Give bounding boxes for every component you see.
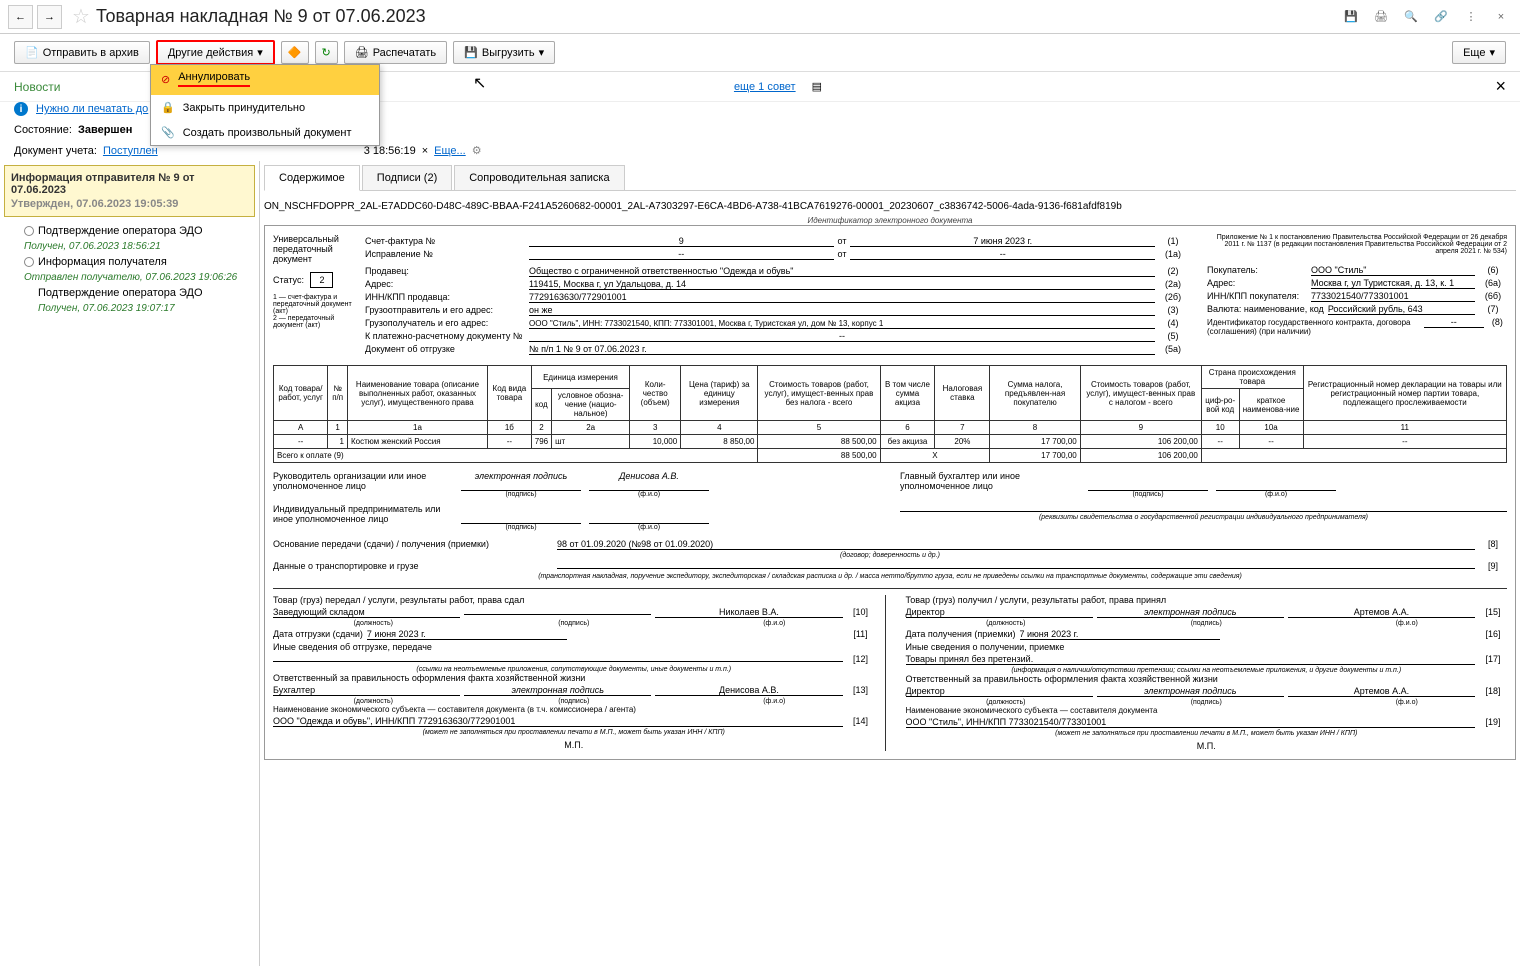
items-table: Код товара/ работ, услуг № п/п Наименова…: [273, 365, 1507, 463]
star-icon[interactable]: ☆: [72, 4, 90, 29]
save-icon[interactable]: 💾: [1340, 6, 1362, 28]
left-panel: Информация отправителя № 9 от 07.06.2023…: [0, 161, 260, 966]
more-button[interactable]: Еще ▾: [1452, 41, 1506, 64]
menu-annul[interactable]: ⊘ Аннулировать ↖: [151, 65, 379, 95]
tree-button[interactable]: 🔶: [281, 41, 309, 64]
print-icon[interactable]: 🖨: [1370, 6, 1392, 28]
list-icon[interactable]: ▤: [812, 80, 822, 93]
close-icon[interactable]: ×: [1490, 6, 1512, 28]
print-button[interactable]: 🖨 Распечатать: [344, 41, 447, 64]
doc-more-link[interactable]: Еще...: [434, 145, 466, 157]
content-panel: Содержимое Подписи (2) Сопроводительная …: [260, 161, 1520, 966]
back-button[interactable]: ←: [8, 5, 33, 29]
menu-create-doc[interactable]: 📎 Создать произвольный документ: [151, 120, 379, 145]
send-archive-button[interactable]: 📄 Отправить в архив: [14, 41, 150, 64]
tab-content[interactable]: Содержимое: [264, 165, 360, 191]
search-icon[interactable]: 🔍: [1400, 6, 1422, 28]
tree-item-2[interactable]: Информация получателя: [4, 252, 255, 272]
forward-button[interactable]: →: [37, 5, 62, 29]
document-body: Универсальный передаточный документ Стат…: [264, 225, 1516, 760]
cancel-icon: ⊘: [161, 73, 170, 86]
advice-link[interactable]: еще 1 совет: [734, 81, 796, 93]
title-bar: ← → ☆ Товарная накладная № 9 от 07.06.20…: [0, 0, 1520, 34]
tree-item-1[interactable]: Подтверждение оператора ЭДО: [4, 221, 255, 241]
news-link[interactable]: Нужно ли печатать до: [36, 103, 148, 115]
menu-force-close[interactable]: 🔒 Закрыть принудительно: [151, 95, 379, 120]
gear-icon[interactable]: ⚙: [472, 144, 482, 157]
doc-id: ON_NSCHFDOPPR_2AL-E7ADDC60-D48C-489C-BBA…: [264, 197, 1516, 216]
upload-button[interactable]: 💾 Выгрузить ▾: [453, 41, 555, 64]
other-actions-menu: ⊘ Аннулировать ↖ 🔒 Закрыть принудительно…: [150, 64, 380, 146]
info-icon: i: [14, 102, 28, 116]
doc-link[interactable]: Поступлен: [103, 145, 158, 157]
tabs: Содержимое Подписи (2) Сопроводительная …: [264, 165, 1516, 191]
attach-icon: 📎: [161, 126, 175, 139]
page-title: Товарная накладная № 9 от 07.06.2023: [96, 6, 426, 27]
link-icon[interactable]: 🔗: [1430, 6, 1452, 28]
news-label: Новости: [14, 80, 60, 94]
tree-item-3[interactable]: Подтверждение оператора ЭДО: [4, 283, 255, 303]
more-icon[interactable]: ⋮: [1460, 6, 1482, 28]
news-close[interactable]: ×: [1495, 76, 1506, 97]
refresh-button[interactable]: ↻: [315, 41, 338, 64]
tab-note[interactable]: Сопроводительная записка: [454, 165, 624, 190]
lock-icon: 🔒: [161, 101, 175, 114]
tab-signatures[interactable]: Подписи (2): [362, 165, 452, 190]
sender-info-box[interactable]: Информация отправителя № 9 от 07.06.2023…: [4, 165, 255, 217]
other-actions-button[interactable]: Другие действия ▾: [156, 40, 275, 65]
action-toolbar: 📄 Отправить в архив Другие действия ▾ 🔶 …: [0, 34, 1520, 72]
